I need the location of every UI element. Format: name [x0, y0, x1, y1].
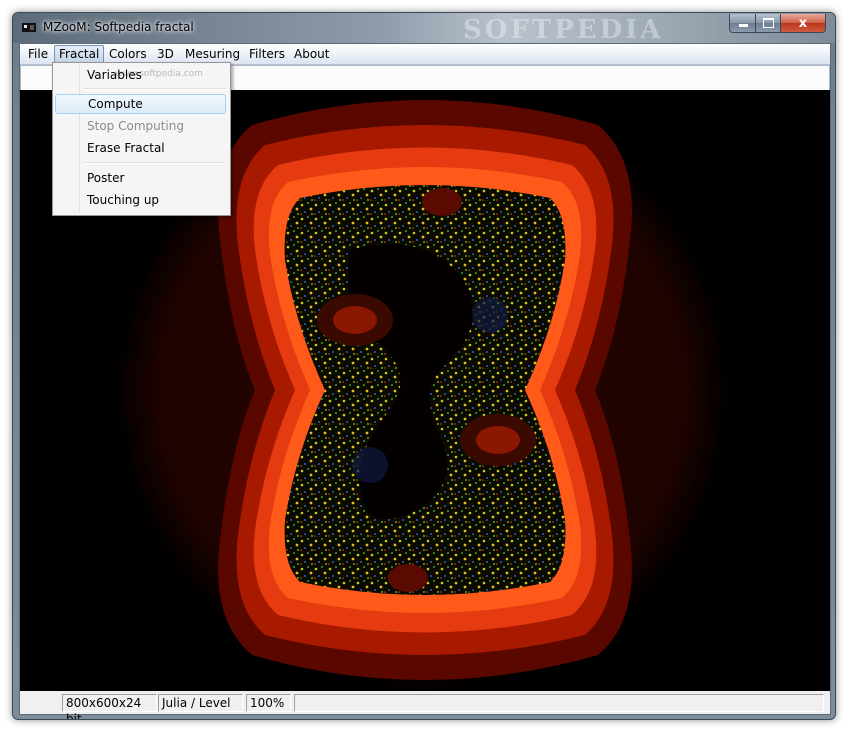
- fractal-dropdown-menu: www.softpedia.com Variables Compute Stop…: [52, 62, 231, 216]
- vortex-right: [472, 297, 508, 333]
- spiral-right-core: [476, 426, 520, 454]
- menu-separator: [83, 88, 226, 90]
- maximize-icon: [763, 18, 774, 28]
- status-resolution: 800x600x24 bit: [62, 694, 157, 719]
- status-empty: [294, 694, 824, 712]
- title-bar[interactable]: SOFTPEDIA MZooM: Softpedia fractal x: [13, 13, 835, 45]
- menu-item-compute[interactable]: Compute: [55, 94, 226, 114]
- spiral-bottom: [388, 564, 428, 592]
- status-bar: 800x600x24 bit Julia / Level 100%: [20, 691, 830, 719]
- menu-filters[interactable]: Filters: [249, 46, 285, 62]
- menu-colors[interactable]: Colors: [109, 46, 147, 62]
- status-zoom: 100%: [246, 694, 291, 712]
- menu-fractal[interactable]: Fractal: [54, 45, 105, 63]
- menu-file[interactable]: File: [28, 46, 48, 62]
- spiral-top: [422, 188, 462, 216]
- spiral-left-core: [333, 306, 377, 334]
- menu-item-touching-up[interactable]: Touching up: [55, 190, 226, 210]
- menu-about[interactable]: About: [294, 46, 329, 62]
- close-button[interactable]: x: [780, 14, 826, 33]
- menu-item-stop-computing: Stop Computing: [87, 119, 184, 133]
- maximize-button[interactable]: [755, 14, 782, 33]
- minimize-button[interactable]: [729, 14, 757, 33]
- menu-separator: [83, 162, 226, 164]
- menu-item-poster[interactable]: Poster: [55, 168, 226, 188]
- menu-item-variables[interactable]: Variables: [55, 65, 226, 85]
- title-watermark: SOFTPEDIA: [463, 15, 664, 45]
- vortex-left: [352, 447, 388, 483]
- app-icon[interactable]: [21, 20, 37, 34]
- menu-item-erase-fractal[interactable]: Erase Fractal: [55, 138, 226, 158]
- menu-mesuring[interactable]: Mesuring: [185, 46, 240, 62]
- close-icon: x: [798, 16, 808, 31]
- minimize-icon: [738, 24, 748, 27]
- window-title: MZooM: Softpedia fractal: [43, 20, 194, 34]
- status-mode: Julia / Level: [158, 694, 243, 712]
- menu-3d[interactable]: 3D: [157, 46, 174, 62]
